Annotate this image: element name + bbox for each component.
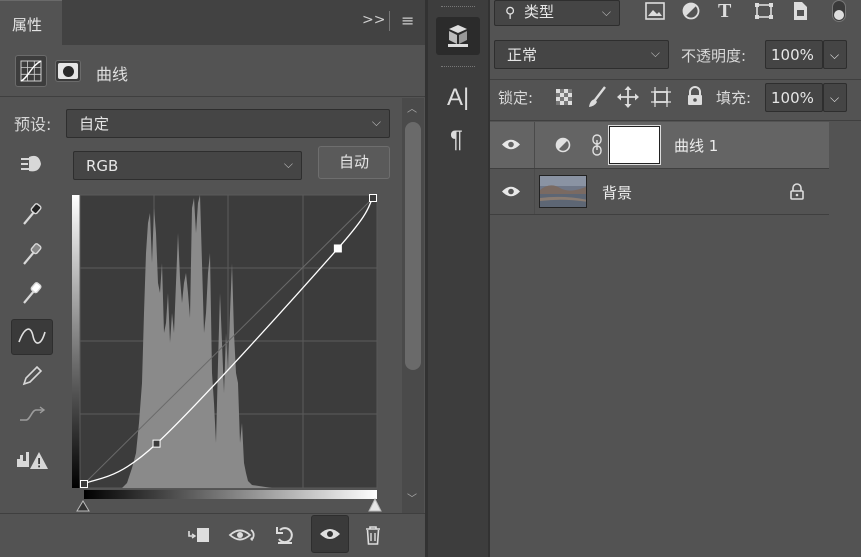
gray-point-eyedropper-icon[interactable] (12, 236, 52, 272)
curve-control-point[interactable] (333, 244, 342, 253)
opacity-label: 不透明度: (681, 47, 747, 65)
curve-control-point[interactable] (152, 439, 161, 448)
lock-all-icon[interactable] (686, 86, 704, 110)
layer-divider (534, 169, 535, 215)
layer-row-background[interactable]: 背景 (490, 169, 829, 215)
black-point-eyedropper-icon[interactable] (12, 196, 52, 232)
output-gradient-bar (72, 195, 80, 488)
opacity-dropdown-button[interactable]: ⌵ (823, 40, 847, 69)
blend-mode-value: 正常 (507, 46, 538, 64)
filter-type-value: 类型 (524, 3, 555, 21)
on-image-adjust-icon[interactable] (12, 146, 52, 182)
preset-value: 自定 (79, 115, 110, 133)
reset-icon[interactable] (268, 518, 302, 552)
adjustments-panel-icon[interactable] (436, 17, 480, 55)
scroll-down-icon[interactable]: ﹀ (407, 490, 417, 505)
character-panel-icon[interactable]: A| (447, 84, 469, 112)
divider (490, 79, 861, 80)
scroll-thumb[interactable] (405, 122, 421, 370)
divider (490, 120, 861, 121)
blend-mode-dropdown[interactable]: 正常 (494, 39, 669, 69)
channel-dropdown[interactable]: RGB (73, 150, 302, 180)
layer-mask-thumbnail[interactable] (608, 125, 661, 165)
layer-lock-icon (790, 183, 804, 204)
fill-label: 填充: (716, 89, 752, 107)
header-divider (389, 11, 390, 31)
channel-value: RGB (86, 157, 119, 175)
tab-properties-label: 属性 (12, 16, 43, 34)
lock-position-icon[interactable] (617, 86, 639, 112)
white-point-eyedropper-icon[interactable] (12, 275, 52, 311)
filter-adjustment-icon[interactable] (682, 2, 700, 24)
filter-smart-object-icon[interactable] (791, 1, 809, 25)
panel-title: 曲线 (96, 65, 129, 84)
filter-shape-icon[interactable] (754, 2, 774, 24)
panel-menu-icon[interactable]: ≡ (401, 11, 414, 30)
fill-value: 100% (771, 89, 814, 107)
curves-graph[interactable] (72, 193, 382, 513)
chain-link-icon[interactable] (591, 134, 603, 160)
delete-icon[interactable] (356, 518, 390, 552)
layer-mask-icon[interactable] (55, 60, 81, 82)
lock-artboard-icon[interactable] (650, 86, 672, 112)
toggle-visibility-icon[interactable] (311, 515, 349, 553)
visibility-eye-icon[interactable] (501, 138, 521, 155)
clipping-warning-icon[interactable] (12, 442, 52, 478)
clip-to-layer-icon[interactable] (182, 518, 216, 552)
auto-button[interactable]: 自动 (318, 146, 390, 179)
preset-label: 预设: (14, 115, 52, 134)
layer-image-thumbnail[interactable] (539, 175, 587, 208)
input-gradient-bar (84, 490, 377, 499)
paragraph-panel-icon[interactable]: ¶ (450, 126, 463, 154)
curves-adjustment-icon[interactable] (15, 55, 47, 87)
adjustment-layer-icon (555, 137, 571, 157)
chevron-down-icon: ⌵ (601, 5, 611, 19)
view-previous-state-icon[interactable] (226, 518, 260, 552)
visibility-eye-icon[interactable] (501, 185, 521, 202)
layer-name[interactable]: 背景 (602, 182, 632, 203)
collapse-icon[interactable]: >> (362, 12, 385, 28)
opacity-value: 100% (771, 46, 814, 64)
filter-type-icon[interactable]: T (718, 0, 731, 23)
preset-dropdown[interactable]: 自定 (66, 108, 390, 138)
smooth-curve-icon[interactable] (12, 398, 52, 434)
layer-row-curves[interactable]: 曲线 1 (490, 122, 829, 168)
tab-properties[interactable]: 属性 (0, 0, 62, 45)
white-input-slider[interactable] (368, 497, 382, 512)
filter-pixel-icon[interactable] (645, 2, 665, 24)
layer-name[interactable]: 曲线 1 (674, 135, 718, 156)
scroll-up-icon[interactable]: ︿ (407, 100, 417, 115)
search-icon: ⚲ (505, 5, 516, 21)
filter-toggle[interactable] (832, 0, 846, 22)
opacity-input[interactable]: 100% (765, 40, 823, 69)
layer-filter-dropdown[interactable]: ⚲ 类型 ⌵ (494, 0, 620, 26)
layer-divider (534, 122, 535, 168)
lock-image-pixels-icon[interactable] (587, 86, 607, 112)
lock-transparent-pixels-icon[interactable] (556, 89, 572, 109)
fill-input[interactable]: 100% (765, 83, 823, 112)
black-input-slider[interactable] (76, 500, 90, 512)
divider (490, 214, 829, 215)
pencil-draw-icon[interactable] (12, 358, 52, 394)
edit-points-curve-icon[interactable] (11, 319, 53, 355)
lock-label: 锁定: (498, 89, 534, 107)
curve-control-point[interactable] (80, 480, 88, 488)
strip-grip (441, 6, 475, 9)
strip-grip-2 (441, 66, 475, 69)
curve-control-point[interactable] (369, 194, 377, 202)
fill-dropdown-button[interactable]: ⌵ (823, 83, 847, 112)
